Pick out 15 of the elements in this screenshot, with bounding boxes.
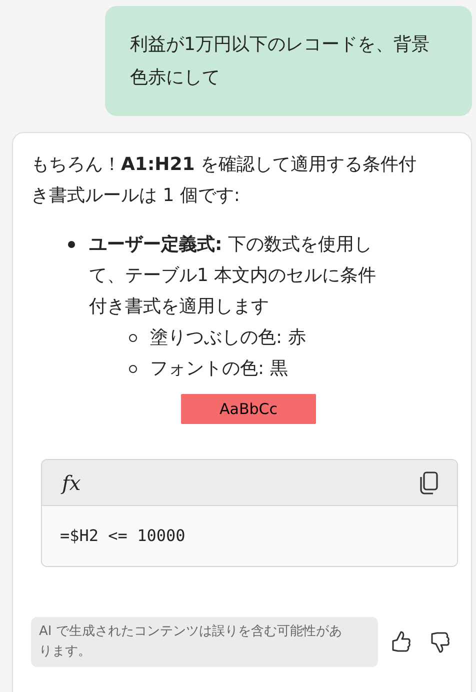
rule-detail: フォントの色: 黒 (150, 357, 288, 381)
rule-text: ユーザー定義式: 下の数式を使用して、テーブル1 本文内のセルに条件付き書式を適用します (89, 233, 378, 319)
formula-label: fx (62, 470, 81, 494)
copy-icon[interactable] (419, 470, 439, 494)
formula-code: =$H2 <= 10000 (42, 506, 457, 566)
thumbs-down-icon[interactable] (429, 630, 451, 654)
bullet-icon (129, 364, 137, 372)
response-text: もちろん！A1:H21 を確認して適用する条件付き書式ルールは 1 個です: (31, 153, 418, 208)
user-message: 利益が1万円以下のレコードを、背景色赤にして (105, 6, 472, 116)
disclaimer: AI で生成されたコンテンツは誤りを含む可能性があります。 (31, 617, 378, 667)
bullet-icon (129, 334, 137, 342)
bullet-icon (68, 241, 75, 248)
thumbs-up-icon[interactable] (390, 630, 412, 654)
rule-detail: 塗りつぶしの色: 赤 (150, 326, 306, 350)
format-preview: AaBbCc (181, 394, 316, 424)
